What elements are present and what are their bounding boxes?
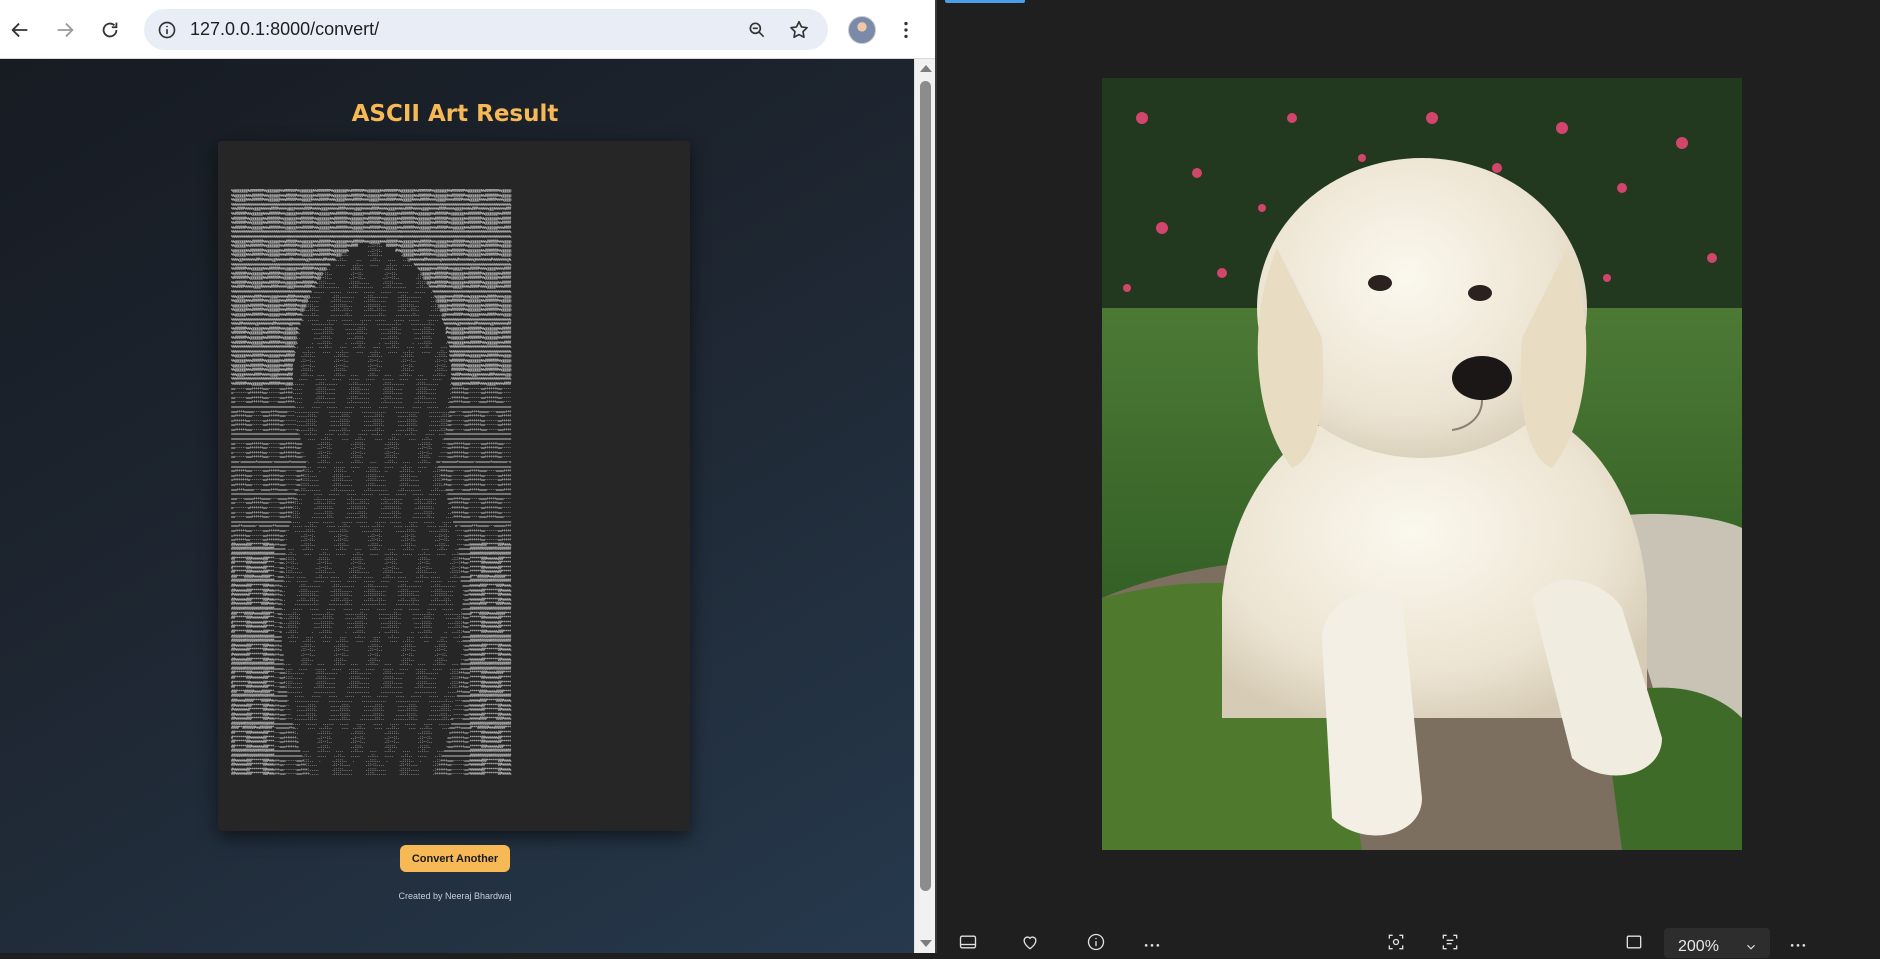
viewer-toolbar: 200% (935, 918, 1880, 958)
photo-viewer-window: 200% (935, 0, 1880, 958)
zoom-level-dropdown[interactable]: 200% (1664, 928, 1770, 958)
star-icon (790, 20, 808, 39)
reload-button[interactable] (92, 12, 128, 48)
page-scrollbar[interactable] (914, 59, 935, 953)
profile-avatar[interactable] (848, 16, 876, 44)
page-viewport: ASCII Art Result %@@@@@@@@%#######%%@@@@… (0, 59, 914, 953)
info-icon (1087, 933, 1105, 951)
heart-icon (1023, 936, 1037, 950)
url-text[interactable]: 127.0.0.1:8000/convert/ (190, 19, 379, 40)
more-icon (1790, 944, 1806, 947)
page-title: ASCII Art Result (351, 101, 559, 127)
zoom-button[interactable] (744, 17, 770, 43)
viewer-tab-accent (945, 0, 1025, 3)
bookmark-button[interactable] (786, 17, 812, 43)
ascii-art-output: %@@@@@@@@%#######%%@@@@@@@%%#######%%@@@… (231, 189, 511, 777)
ascii-art-card: %@@@@@@@@%#######%%@@@@@@@%%#######%%@@@… (218, 141, 690, 831)
back-icon (11, 22, 28, 38)
back-button[interactable] (2, 12, 38, 48)
convert-another-button[interactable]: Convert Another (400, 845, 510, 872)
credit-text: Created by Neeraj Bhardwaj (398, 891, 512, 901)
puppy-photo (1102, 78, 1742, 850)
browser-menu-button[interactable] (894, 12, 918, 48)
favorite-button[interactable] (1019, 932, 1041, 952)
zoom-level-value: 200% (1678, 938, 1719, 955)
fit-icon (1626, 935, 1642, 949)
browser-window: 127.0.0.1:8000/convert/ ASCII Art Result… (0, 0, 935, 953)
reload-icon (102, 22, 118, 38)
kebab-menu-icon (904, 21, 908, 39)
info-button[interactable] (1085, 932, 1107, 952)
site-info-icon (158, 21, 176, 39)
site-info-button[interactable] (154, 17, 180, 43)
crop-icon (1388, 934, 1404, 950)
filmstrip-icon (959, 935, 977, 949)
scroll-up-arrow[interactable] (920, 65, 932, 72)
fit-to-window-button[interactable] (1623, 932, 1645, 952)
window-divider (935, 0, 937, 953)
viewer-more-button[interactable] (1787, 932, 1809, 952)
filmstrip-button[interactable] (957, 932, 979, 952)
browser-toolbar: 127.0.0.1:8000/convert/ (0, 0, 935, 59)
zoom-icon (749, 22, 765, 38)
ocr-icon (1442, 934, 1458, 950)
more-button[interactable] (1141, 932, 1163, 952)
text-scan-button[interactable] (1439, 932, 1461, 952)
crop-button[interactable] (1385, 932, 1407, 952)
scroll-thumb[interactable] (920, 81, 931, 891)
scroll-down-arrow[interactable] (920, 940, 932, 947)
more-icon (1144, 944, 1160, 947)
address-bar[interactable]: 127.0.0.1:8000/convert/ (144, 9, 828, 50)
chevron-down-icon (1744, 940, 1758, 959)
forward-button[interactable] (47, 12, 83, 48)
forward-icon (57, 22, 74, 38)
